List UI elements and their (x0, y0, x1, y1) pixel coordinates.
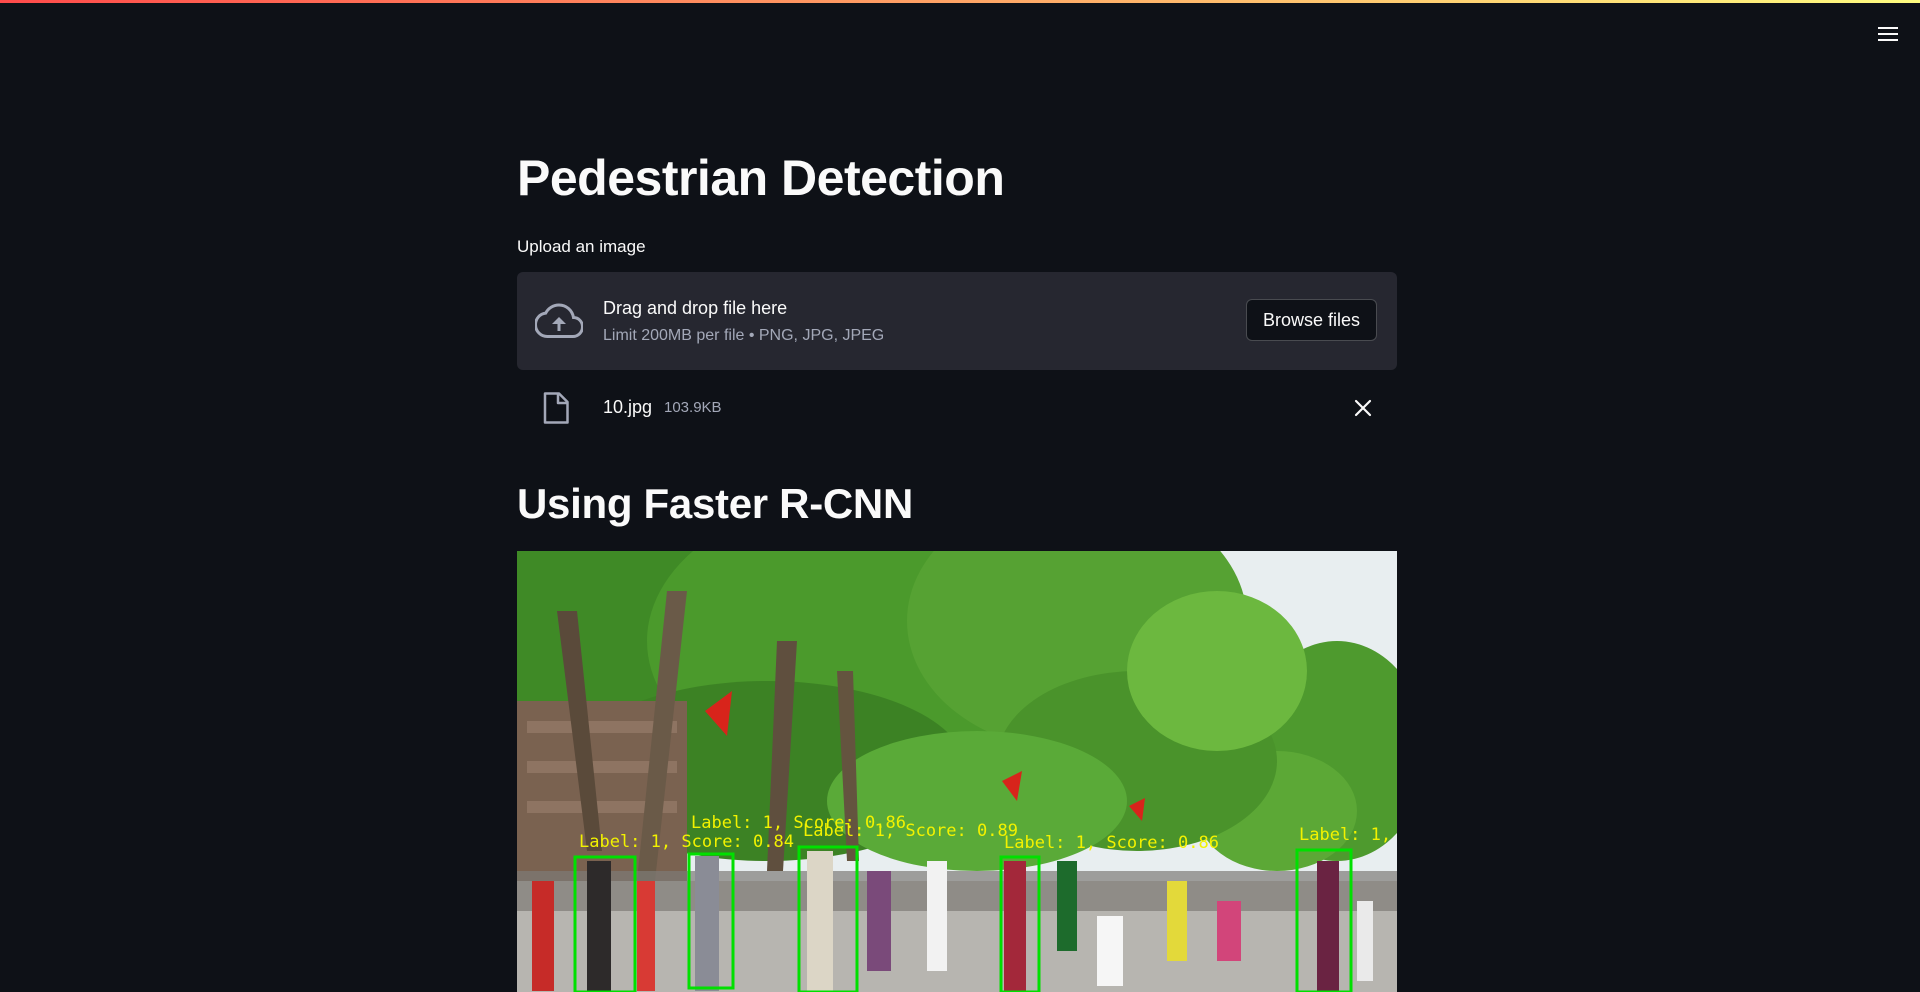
pedestrian (1057, 861, 1077, 951)
tree-canopy (1127, 591, 1307, 751)
pedestrian (637, 881, 655, 991)
browse-files-button[interactable]: Browse files (1245, 299, 1377, 341)
pedestrian (1004, 861, 1026, 992)
close-icon[interactable] (1351, 396, 1375, 420)
uploader-label: Upload an image (517, 237, 646, 256)
file-icon (543, 392, 569, 424)
pedestrian (1317, 861, 1339, 992)
pedestrian (1357, 901, 1373, 981)
pedestrian (1097, 916, 1123, 986)
uploaded-file-size: 103.9KB (664, 399, 722, 416)
section-title: Using Faster R-CNN (517, 480, 913, 527)
uploaded-file-name: 10.jpg (603, 397, 653, 417)
uploaded-file-row: 10.jpg 103.9KB (517, 388, 1397, 428)
cloud-upload-icon (535, 303, 583, 338)
pedestrian (532, 881, 554, 991)
main-menu-button[interactable] (1874, 20, 1902, 48)
detection-result-image: Label: 1, Score: 0.84 Label: 1, Score: 0… (517, 551, 1397, 992)
pedestrian (695, 856, 719, 991)
pedestrian (927, 861, 947, 971)
detection-label: Label: 1, Score: 0.89 (803, 821, 1018, 841)
dropzone-instructions: Drag and drop file here (603, 298, 788, 318)
detection-label: Label: 1, Score: 0.84 (579, 832, 794, 852)
pedestrian-street-photo: Label: 1, Score: 0.84 Label: 1, Score: 0… (517, 551, 1397, 992)
pedestrian (867, 871, 891, 971)
pedestrian (1217, 901, 1241, 961)
detection-label: Label: 1, Score: 0.86 (1004, 833, 1219, 853)
detection-label: Label: 1, Sc (1299, 825, 1397, 845)
pedestrian (1167, 881, 1187, 961)
hamburger-menu-icon (1878, 27, 1898, 41)
pedestrian (807, 851, 833, 992)
page-title: Pedestrian Detection (517, 150, 1005, 206)
header-decoration-bar (0, 0, 1920, 3)
pedestrian (587, 861, 611, 991)
file-dropzone[interactable]: Drag and drop file here Limit 200MB per … (517, 272, 1397, 370)
dropzone-limit-text: Limit 200MB per file • PNG, JPG, JPEG (603, 327, 885, 344)
